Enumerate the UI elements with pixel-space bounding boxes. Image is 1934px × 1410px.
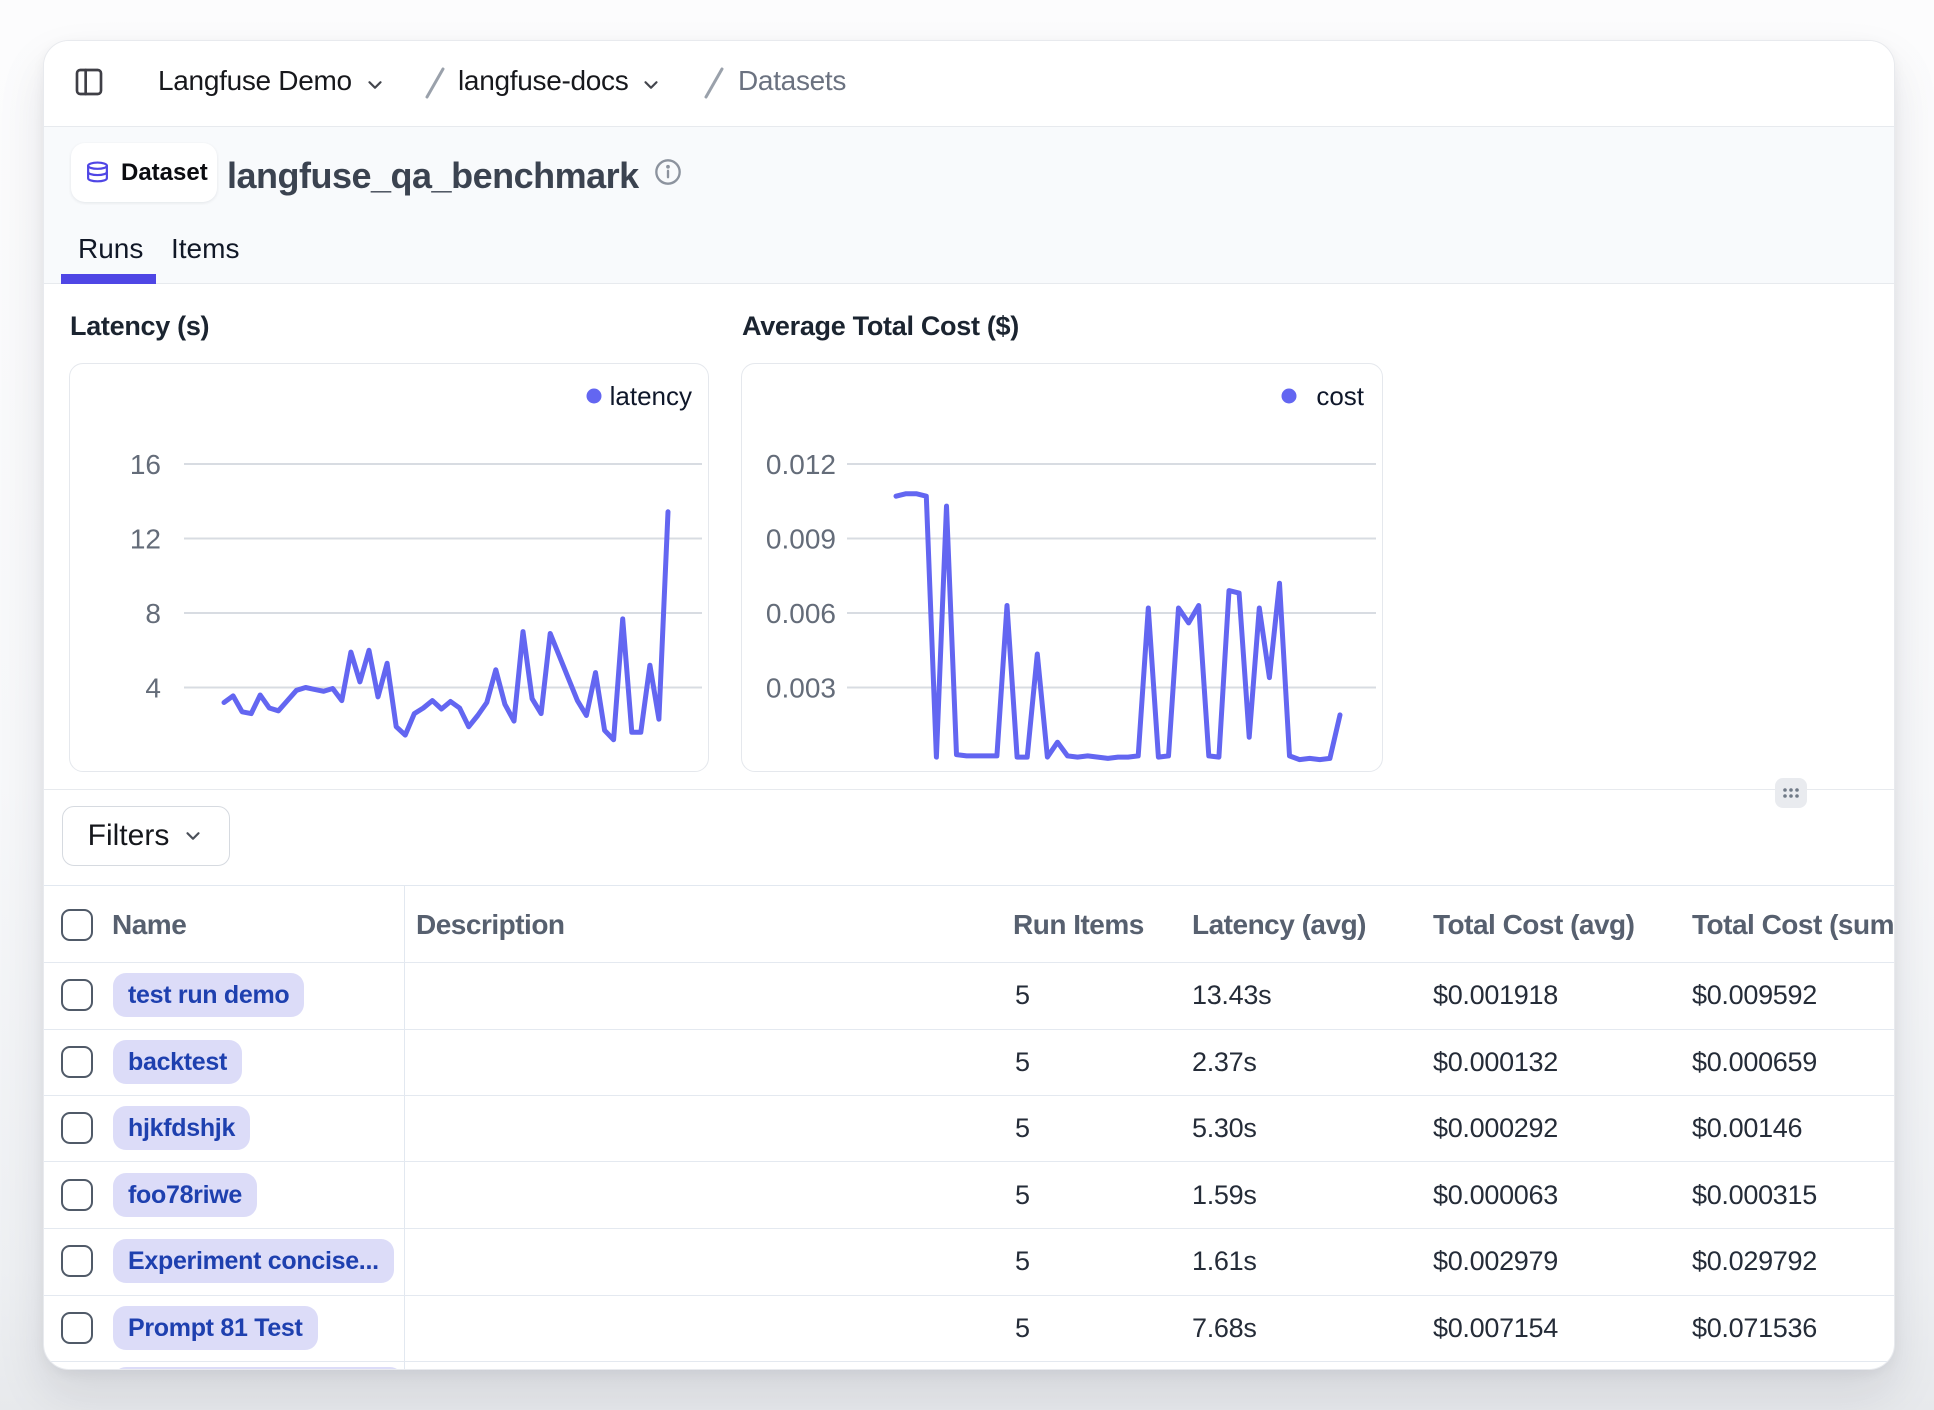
svg-text:0.006: 0.006 — [766, 598, 836, 629]
svg-text:0.009: 0.009 — [766, 524, 836, 555]
svg-text:16: 16 — [130, 449, 161, 480]
svg-text:latency: latency — [610, 381, 692, 411]
svg-text:12: 12 — [130, 524, 161, 555]
svg-text:0.012: 0.012 — [766, 449, 836, 480]
svg-text:0.003: 0.003 — [766, 673, 836, 704]
svg-text:8: 8 — [145, 598, 161, 629]
svg-text:cost: cost — [1316, 381, 1364, 411]
svg-text:4: 4 — [145, 673, 161, 704]
